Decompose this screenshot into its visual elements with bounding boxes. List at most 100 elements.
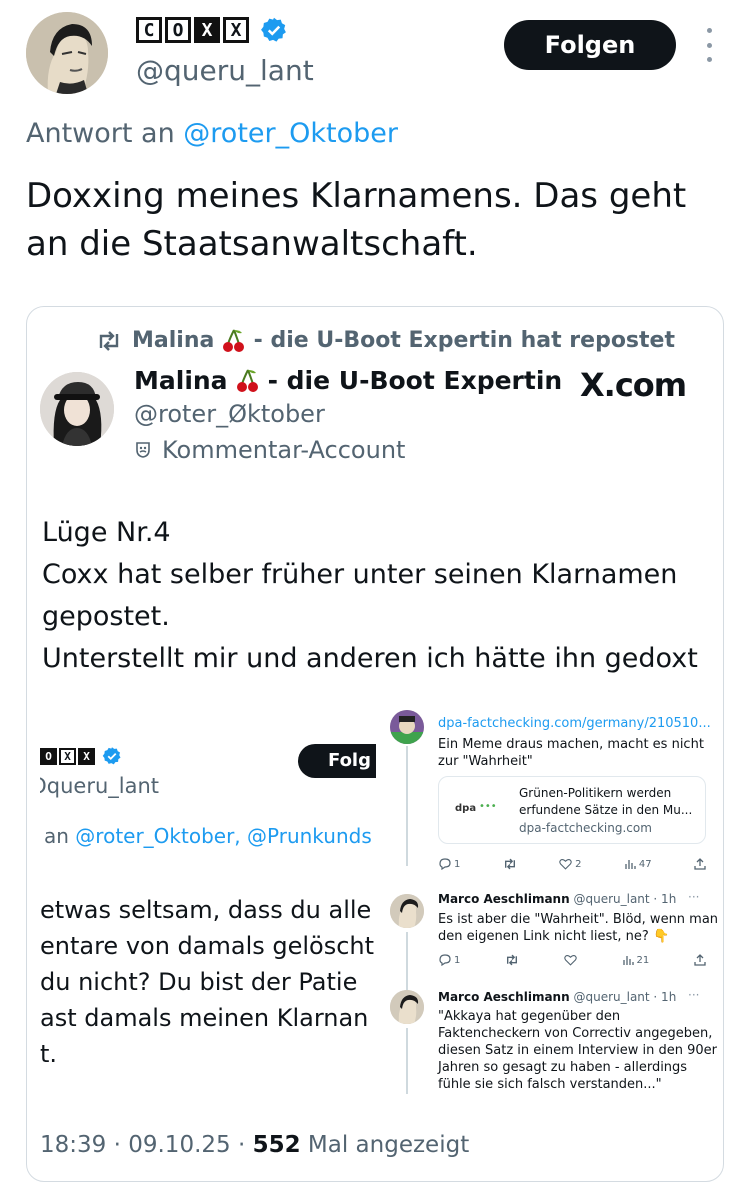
reply-author-handle: @queru_lant · 1h — [573, 892, 677, 906]
reply-author-handle: @queru_lant · 1h — [573, 990, 677, 1004]
like-count-value: 2 — [575, 858, 582, 870]
more-options-icon[interactable] — [704, 28, 714, 62]
reply-author-name: Marco Aeschlimann — [438, 990, 570, 1004]
quoted-display-name[interactable]: Malina - die U-Boot Expertin — [134, 366, 562, 395]
dpa-logo: dpa — [455, 803, 477, 814]
author-handle[interactable]: @queru_lant — [136, 54, 314, 87]
dpa-logo-dots: ••• — [479, 801, 497, 812]
embedded-text-line: Jahren so gesagt zu haben - allerdings — [438, 1060, 688, 1075]
reply-icon — [439, 954, 451, 966]
embedded-action-bar: 1 2 47 — [438, 856, 706, 872]
embedded-text-line: entare von damals gelöscht — [40, 932, 375, 960]
more-options-icon: ··· — [688, 988, 700, 1002]
reply-context: Antwort an @roter_Oktober — [26, 118, 398, 149]
embedded-reply-context: an @roter_Oktober, @Prunkunds — [44, 824, 372, 848]
quoted-name-suffix: - die U-Boot Expertin — [267, 366, 563, 395]
embedded-action-bar: 1 21 — [438, 952, 706, 968]
repost-icon — [504, 858, 515, 870]
reply-count: 1 — [438, 954, 460, 966]
quoted-text-line: gepostet. — [42, 601, 170, 632]
repost-count — [505, 954, 519, 966]
view-count-value: 21 — [636, 954, 650, 966]
logo-letter: X — [194, 17, 220, 43]
masks-icon — [136, 442, 150, 458]
verified-badge-icon — [261, 17, 286, 42]
embedded-reply-author: Marco Aeschlimann @queru_lant · 1h — [438, 990, 676, 1004]
x-brand-watermark: X.com — [580, 366, 687, 404]
thread-line — [406, 932, 408, 990]
heart-icon — [564, 955, 577, 966]
views-icon — [625, 860, 636, 869]
view-count: 21 — [622, 954, 650, 966]
embedded-reply-mentions: @roter_Oktober, @Prunkunds — [75, 824, 372, 848]
link-card-title: Grünen-Politikern werden erfundene Sätze… — [519, 785, 692, 819]
embedded-handle: Ɔqueru_lant — [40, 774, 160, 798]
repost-icon — [99, 331, 119, 351]
embedded-text-line: du nicht? Du bist der Patie — [40, 968, 358, 996]
reply-prefix: Antwort an — [26, 118, 175, 149]
view-count-value: 47 — [638, 858, 652, 870]
post-time: 18:39 — [40, 1132, 107, 1158]
quoted-text: Lüge Nr.4 Coxx hat selber früher unter s… — [42, 512, 702, 680]
account-label: Kommentar-Account — [134, 436, 405, 464]
view-count-number: 552 — [252, 1132, 301, 1158]
link-card-domain: dpa-factchecking.com — [519, 821, 652, 835]
view-count-label: Mal angezeigt — [307, 1132, 470, 1158]
follow-button[interactable]: Folgen — [504, 20, 676, 70]
post-date: 09.10.25 — [128, 1132, 231, 1158]
repost-icon — [507, 954, 518, 966]
reply-author-name: Marco Aeschlimann — [438, 892, 570, 906]
quoted-text-line: Coxx hat selber früher unter seinen Klar… — [42, 559, 678, 590]
embedded-text-line: fühle sie sich falsch verstanden..." — [438, 1077, 662, 1092]
embedded-text-line: Faktencheckern von Correctiv angegeben, — [438, 1026, 713, 1041]
embedded-link-card: dpa ••• Grünen-Politikern werden erfunde… — [438, 776, 706, 844]
embedded-follow-button: Folg — [298, 744, 376, 778]
reply-count-value: 1 — [454, 954, 461, 966]
repost-user[interactable]: Malina — [132, 328, 214, 353]
embedded-text-line: Es ist aber die "Wahrheit". Blöd, wenn m… — [438, 912, 719, 927]
cherry-emoji-icon — [223, 329, 244, 352]
verified-badge-icon — [102, 747, 121, 765]
link-card-title-line: erfundene Sätze in den Mu... — [519, 803, 693, 817]
quoted-avatar[interactable] — [40, 372, 114, 446]
logo-letter: C — [136, 17, 162, 43]
embedded-screenshot-right: dpa-factchecking.com/germany/210510... E… — [388, 706, 720, 1100]
embedded-text-line: "Akkaya hat gegenüber den — [438, 1009, 621, 1024]
logo-letter: X — [223, 17, 249, 43]
quoted-text-line: Unterstellt mir und anderen ich hätte ih… — [42, 643, 698, 674]
embedded-reply-prefix: an — [44, 824, 69, 848]
embedded-avatar — [390, 710, 424, 744]
embedded-text-line: diesen Satz in einem Interview in den 90… — [438, 1043, 717, 1058]
logo-letter: X — [59, 747, 76, 765]
reply-count: 1 — [438, 858, 460, 870]
thread-line — [406, 1028, 408, 1094]
embedded-tweet-text: etwas seltsam, dass du alle entare von d… — [40, 892, 374, 1072]
quoted-handle[interactable]: @roter_Øktober — [134, 400, 325, 428]
share-icon — [694, 954, 706, 966]
embedded-text-line: zur "Wahrheit" — [438, 754, 533, 769]
logo-letter: X — [78, 747, 95, 765]
view-count: 47 — [624, 858, 652, 870]
repost-count — [503, 858, 517, 870]
embedded-link: dpa-factchecking.com/germany/210510... — [438, 716, 711, 731]
embedded-text-line: etwas seltsam, dass du alle — [40, 896, 372, 924]
more-options-icon: ··· — [688, 890, 700, 904]
account-label-text: Kommentar-Account — [162, 436, 406, 464]
embedded-text-line: Ein Meme draus machen, macht es nicht — [438, 737, 704, 752]
author-avatar[interactable] — [26, 12, 108, 94]
views-icon — [622, 956, 634, 965]
embedded-avatar — [390, 894, 424, 928]
reply-icon — [439, 858, 451, 870]
reply-count-value: 1 — [454, 858, 461, 870]
logo-letter: O — [40, 747, 57, 765]
quoted-name: Malina — [134, 366, 228, 395]
heart-icon — [559, 859, 572, 870]
embedded-text-line: den eigenen Link nicht liest, ne? 👇 — [438, 929, 670, 944]
reply-mention-link[interactable]: @roter_Oktober — [183, 118, 398, 149]
author-logo-name[interactable]: C O X X — [136, 16, 288, 44]
tweet-text: Doxxing meines Klarnamens. Das geht an d… — [26, 176, 687, 264]
logo-letter: O — [165, 17, 191, 43]
like-count: 2 — [559, 858, 582, 870]
repost-suffix: - die U-Boot Expertin hat repostet — [253, 328, 675, 353]
repost-context: Malina - die U-Boot Expertin hat reposte… — [96, 328, 675, 354]
